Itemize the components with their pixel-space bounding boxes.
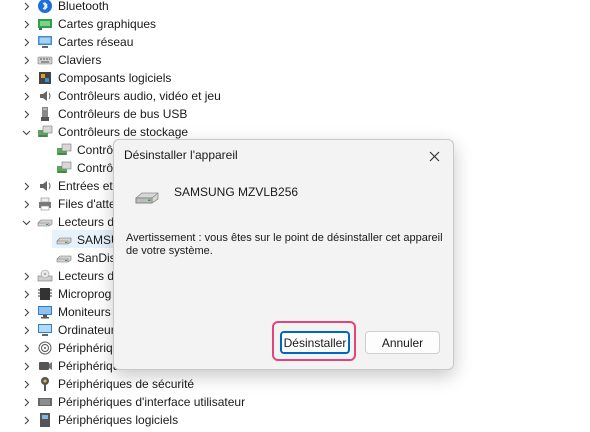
security-key-icon [37, 376, 53, 392]
tree-item[interactable]: Bluetooth [0, 0, 590, 15]
chevron-right-icon[interactable] [21, 397, 31, 407]
disk-drive-icon [56, 232, 72, 248]
chevron-right-icon[interactable] [21, 343, 31, 353]
chevron-right-icon[interactable] [21, 55, 31, 65]
display-adapter-icon [37, 16, 53, 32]
tree-item[interactable]: Claviers [0, 51, 590, 69]
tree-item[interactable]: Cartes graphiques [0, 15, 590, 33]
tree-item-label: Composants logiciels [58, 71, 172, 85]
tree-item-label: Bluetooth [58, 0, 109, 13]
computer-icon [37, 322, 53, 338]
dialog-title: Désinstaller l'appareil [124, 148, 238, 162]
tree-item-label: Périphériques d'interface utilisateur [58, 395, 246, 409]
chevron-right-icon[interactable] [21, 271, 31, 281]
tree-item-label: Claviers [58, 53, 102, 67]
chevron-down-icon[interactable] [21, 127, 31, 137]
device-name: SAMSUNG MZVLB256 [174, 185, 299, 199]
uninstall-device-dialog: Désinstaller l'appareil SAMSUNG MZVLB256… [113, 139, 454, 370]
close-button[interactable] [423, 145, 445, 167]
chevron-down-icon[interactable] [21, 217, 31, 227]
keyboard-icon [37, 52, 53, 68]
chevron-right-icon[interactable] [21, 415, 31, 425]
biometric-icon [37, 340, 53, 356]
chevron-right-icon[interactable] [21, 181, 31, 191]
tree-item-label: Périphériqu [58, 341, 120, 355]
tree-item[interactable]: Périphériques de sécurité [0, 375, 590, 393]
printer-queue-icon [37, 196, 53, 212]
monitor-icon [37, 304, 53, 320]
chevron-right-icon[interactable] [21, 1, 31, 11]
tree-item[interactable]: Composants logiciels [0, 69, 590, 87]
bluetooth-icon [37, 0, 53, 14]
tree-item[interactable]: Contrôleurs audio, vidéo et jeu [0, 87, 590, 105]
chevron-right-icon[interactable] [21, 37, 31, 47]
tree-item-label: Lecteurs d [58, 269, 115, 283]
storage-controller-icon [56, 160, 72, 176]
chevron-right-icon[interactable] [21, 289, 31, 299]
usb-icon [37, 106, 53, 122]
tree-item-label: Cartes réseau [58, 35, 134, 49]
chevron-right-icon[interactable] [21, 325, 31, 335]
tree-item-label: Contrôleurs audio, vidéo et jeu [58, 89, 221, 103]
chevron-right-icon[interactable] [21, 361, 31, 371]
speaker-icon [37, 178, 53, 194]
tree-item-label: Ordinateur [58, 323, 115, 337]
cancel-button[interactable]: Annuler [365, 331, 440, 354]
tree-item[interactable]: Cartes réseau [0, 33, 590, 51]
tree-item[interactable]: Contrôleurs de bus USB [0, 105, 590, 123]
dvd-drive-icon [37, 268, 53, 284]
chevron-right-icon[interactable] [21, 73, 31, 83]
storage-controller-icon [56, 142, 72, 158]
disk-drive-icon [135, 192, 159, 204]
tree-item-label: Moniteurs [58, 305, 111, 319]
uninstall-button[interactable]: Désinstaller [280, 331, 350, 354]
tree-item-label: Contrôleurs de bus USB [58, 107, 188, 121]
software-device-icon [37, 412, 53, 428]
disk-drive-icon [37, 214, 53, 230]
chevron-right-icon[interactable] [21, 19, 31, 29]
tree-item-label: Contrô [77, 161, 114, 175]
warning-text: Avertissement : vous êtes sur le point d… [126, 232, 443, 257]
tree-item[interactable]: Périphériques logiciels [0, 411, 590, 429]
tree-item-label: Contrô [77, 143, 114, 157]
chevron-right-icon[interactable] [21, 379, 31, 389]
hid-icon [37, 394, 53, 410]
tree-item-label: Périphériques logiciels [58, 413, 179, 427]
tree-item-label: Cartes graphiques [58, 17, 157, 31]
firmware-icon [37, 286, 53, 302]
chevron-right-icon[interactable] [21, 307, 31, 317]
chevron-right-icon[interactable] [21, 109, 31, 119]
speaker-icon [37, 88, 53, 104]
close-icon [429, 151, 439, 161]
tree-item-label: Files d'atte [58, 197, 116, 211]
software-component-icon [37, 70, 53, 86]
tree-item-label: Périphériques de sécurité [58, 377, 195, 391]
storage-controller-icon [37, 124, 53, 140]
tree-item-label: Lecteurs d [58, 215, 115, 229]
chevron-right-icon[interactable] [21, 199, 31, 209]
tree-item[interactable]: Périphériques d'interface utilisateur [0, 393, 590, 411]
disk-drive-icon [56, 250, 72, 266]
camera-icon [37, 358, 53, 374]
chevron-right-icon[interactable] [21, 91, 31, 101]
network-adapter-icon [37, 34, 53, 50]
tree-item-label: Microprog [58, 287, 112, 301]
